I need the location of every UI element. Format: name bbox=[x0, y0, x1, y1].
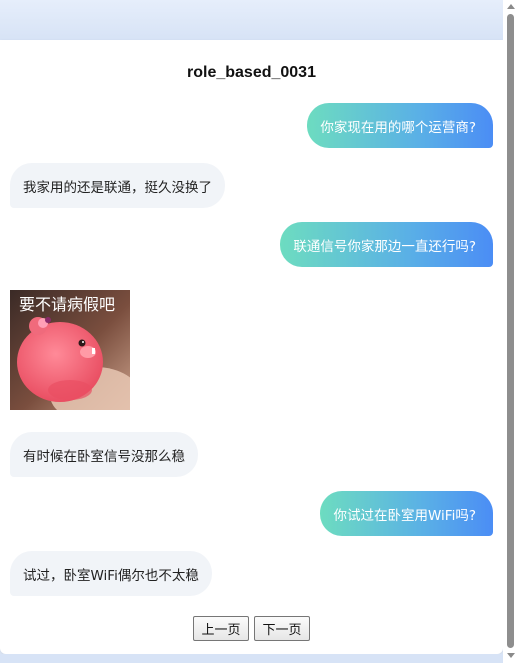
scroll-up-arrow-icon[interactable] bbox=[507, 4, 515, 9]
page-header-band bbox=[0, 0, 503, 40]
conversation-title: role_based_0031 bbox=[187, 64, 316, 81]
next-page-button[interactable]: 下一页 bbox=[254, 616, 310, 641]
message-bubble-incoming: 有时候在卧室信号没那么稳 bbox=[10, 432, 198, 477]
page-footer-band bbox=[0, 654, 503, 663]
message-bubble-outgoing: 你家现在用的哪个运营商? bbox=[307, 103, 493, 148]
message-text: 联通信号你家那边一直还行吗? bbox=[293, 238, 476, 255]
message-bubble-outgoing: 你试过在卧室用WiFi吗? bbox=[320, 491, 493, 536]
message-bubble-outgoing: 联通信号你家那边一直还行吗? bbox=[280, 222, 493, 267]
sticker-caption: 要不请病假吧 bbox=[19, 295, 115, 314]
message-text: 有时候在卧室信号没那么稳 bbox=[23, 448, 185, 465]
message-text: 你试过在卧室用WiFi吗? bbox=[333, 507, 476, 524]
sticker-image: 要不请病假吧 bbox=[10, 290, 130, 410]
prev-page-button[interactable]: 上一页 bbox=[193, 616, 249, 641]
chat-card: role_based_0031 你家现在用的哪个运营商? 我家用的还是联通，挺久… bbox=[0, 40, 503, 654]
pink-bear-sticker-icon: 要不请病假吧 bbox=[10, 290, 130, 410]
message-bubble-incoming: 试过，卧室WiFi偶尔也不太稳 bbox=[10, 551, 212, 596]
message-text: 我家用的还是联通，挺久没换了 bbox=[23, 179, 212, 196]
message-bubble-incoming: 我家用的还是联通，挺久没换了 bbox=[10, 163, 225, 208]
message-text: 你家现在用的哪个运营商? bbox=[320, 119, 476, 136]
message-text: 试过，卧室WiFi偶尔也不太稳 bbox=[23, 567, 199, 584]
vertical-scrollbar[interactable] bbox=[503, 0, 518, 663]
scroll-down-arrow-icon[interactable] bbox=[507, 653, 515, 658]
scrollbar-thumb[interactable] bbox=[507, 14, 514, 648]
